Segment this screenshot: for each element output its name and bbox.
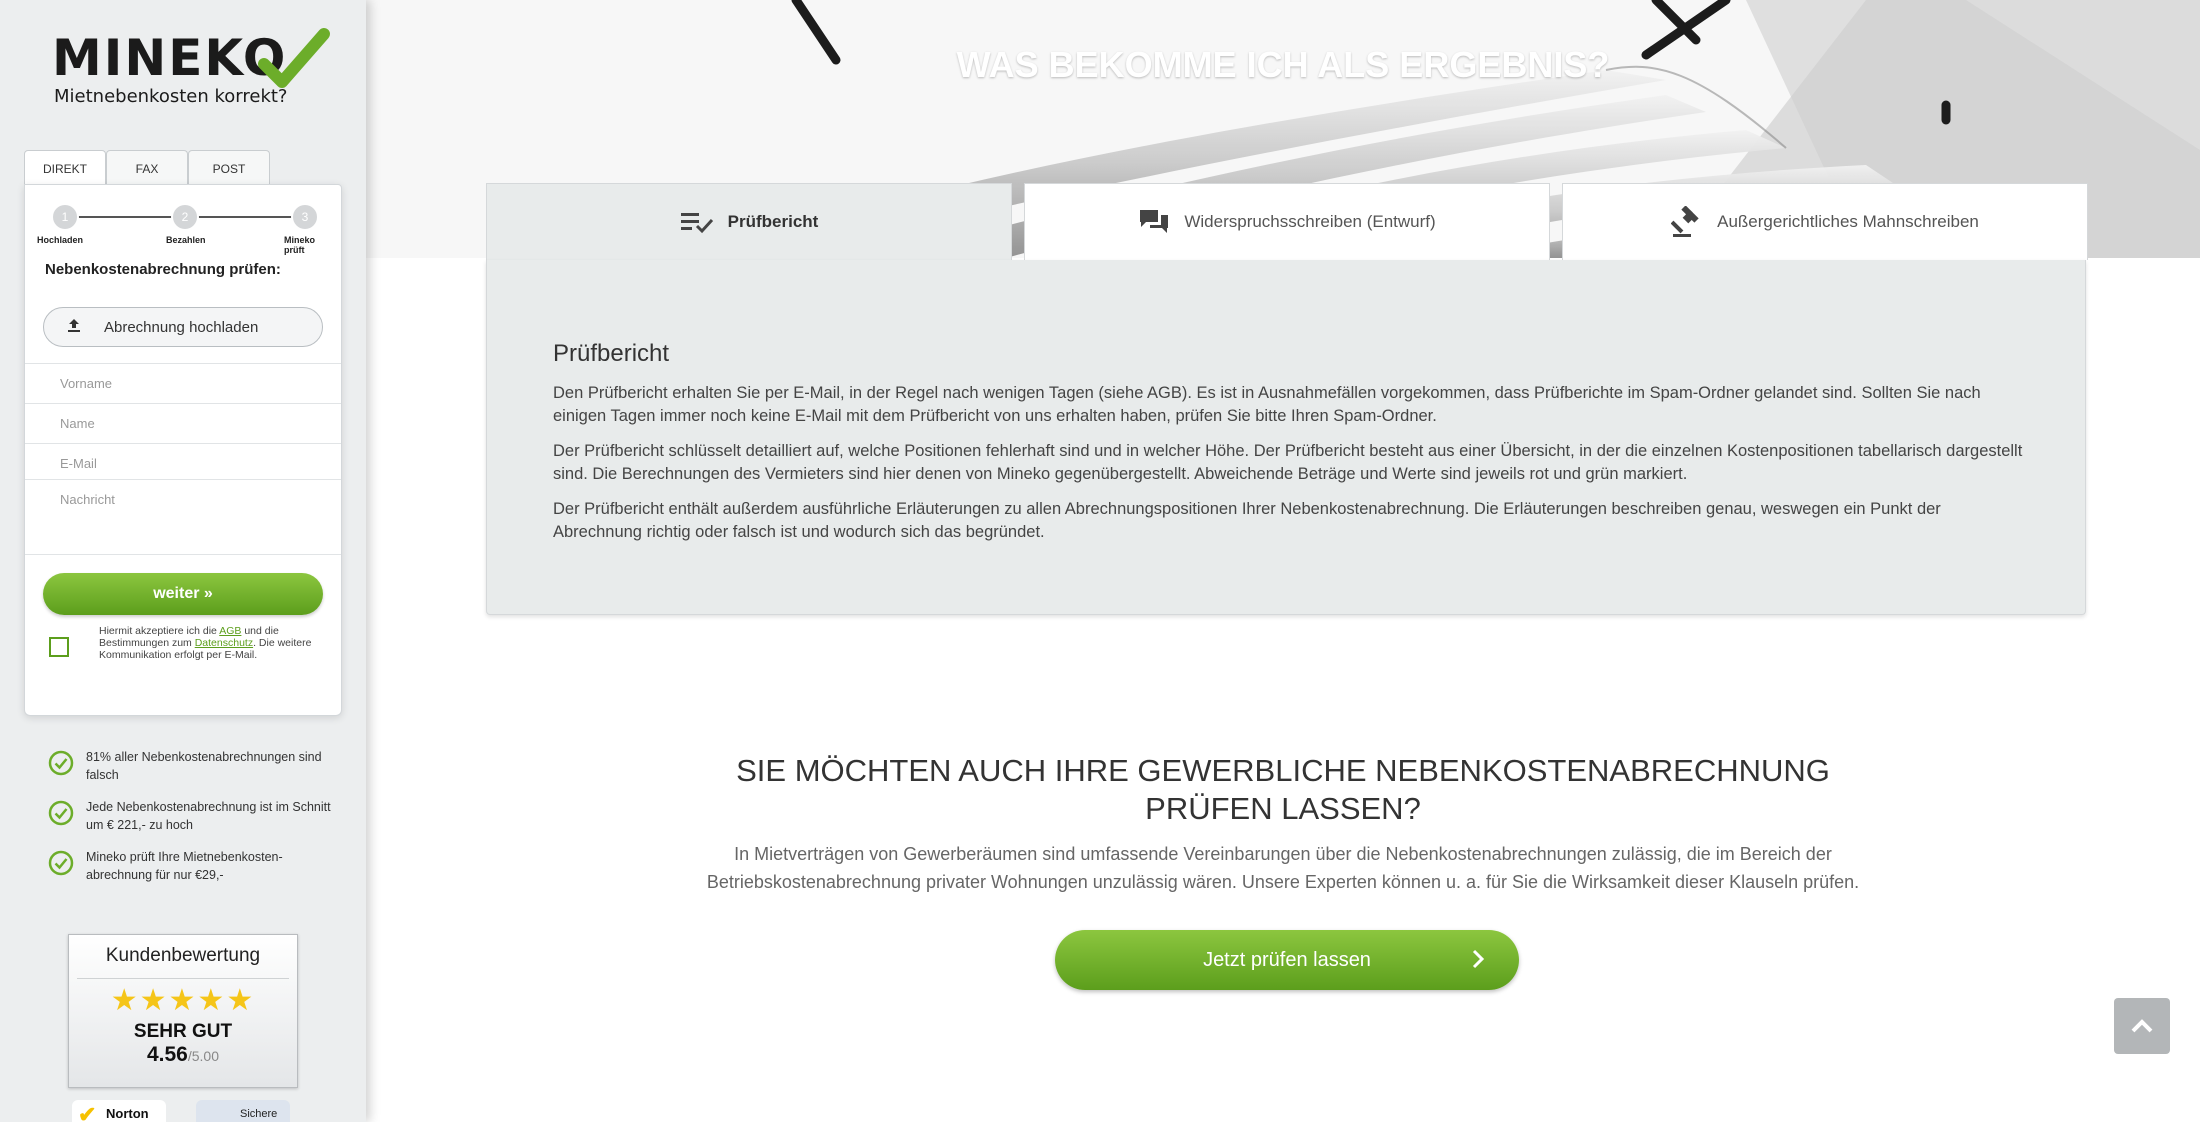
- rating-label: SEHR GUT: [133, 1021, 233, 1042]
- rating-max: /5.00: [187, 1048, 219, 1064]
- tab-pruefbericht-label: Prüfbericht: [727, 212, 819, 231]
- step-2: 2: [171, 203, 199, 231]
- check-now-label: Jetzt prüfen lassen: [1203, 948, 1371, 971]
- upload-button-label: Abrechnung hochladen: [104, 318, 259, 336]
- benefit-text: Jede Nebenkostenabrechnung ist im Schnit…: [86, 800, 331, 832]
- step-2-label: Bezahlen: [166, 235, 206, 245]
- upload-icon: [44, 317, 104, 338]
- panel-paragraph: Den Prüfbericht erhalten Sie per E-Mail,…: [553, 384, 1981, 425]
- terms-checkbox[interactable]: [49, 637, 69, 657]
- tab-panel-pruefbericht: Prüfbericht Den Prüfbericht erhalten Sie…: [486, 260, 2086, 615]
- norton-check-icon: ✔: [78, 1102, 97, 1122]
- cta-text-line1: In Mietverträgen von Gewerberäumen sind …: [734, 844, 1832, 864]
- email-field[interactable]: E-Mail: [25, 443, 341, 479]
- message-field[interactable]: Nachricht: [25, 479, 341, 555]
- checklist-icon: [680, 213, 713, 234]
- upload-button[interactable]: Abrechnung hochladen: [43, 307, 323, 347]
- check-circle-icon: [48, 800, 74, 826]
- check-circle-icon: [48, 750, 74, 776]
- scroll-to-top-button[interactable]: [2114, 998, 2170, 1054]
- benefit-item: Jede Nebenkostenabrechnung ist im Schnit…: [48, 798, 338, 848]
- upload-form: 1 2 3 Hochladen Bezahlen Mineko prüft Ne…: [24, 184, 342, 716]
- cta-text-line2: Betriebskostenabrechnung privater Wohnun…: [706, 872, 1860, 892]
- benefit-item: Mineko prüft Ihre Mietnebenkosten-abrech…: [48, 848, 338, 898]
- panel-paragraph: Der Prüfbericht enthält außerdem ausführ…: [553, 500, 1941, 541]
- step-1-label: Hochladen: [37, 235, 84, 245]
- sidebar: MINEKO Mietnebenkosten korrekt? DIREKT F…: [0, 0, 366, 1122]
- tab-mahnschreiben[interactable]: Außergerichtliches Mahnschreiben: [1562, 183, 2088, 260]
- privacy-link[interactable]: Datenschutz: [195, 637, 253, 649]
- customer-rating-widget[interactable]: Kundenbewertung ★★★★★ SEHR GUT 4.56/5.00: [68, 934, 298, 1088]
- secure-badge[interactable]: Sichere: [196, 1100, 290, 1122]
- tab-mahnschreiben-label: Außergerichtliches Mahnschreiben: [1717, 212, 1979, 231]
- step-1: 1: [51, 203, 79, 231]
- chevron-right-icon: [1472, 949, 1485, 969]
- continue-button[interactable]: weiter »: [43, 573, 323, 615]
- step-3: 3: [291, 203, 319, 231]
- progress-steps: 1 2 3: [45, 203, 325, 233]
- secure-label: Sichere: [240, 1108, 278, 1120]
- panel-title: Prüfbericht: [553, 340, 670, 367]
- mineko-logo[interactable]: MINEKO Mietnebenkosten korrekt?: [52, 28, 330, 110]
- cta-title-line2: PRÜFEN LASSEN?: [1145, 791, 1421, 826]
- tab-pruefbericht[interactable]: Prüfbericht: [486, 183, 1012, 260]
- panel-body: Den Prüfbericht erhalten Sie per E-Mail,…: [553, 382, 2023, 556]
- rating-stars-icon: ★★★★★: [110, 984, 256, 1017]
- panel-paragraph: Der Prüfbericht schlüsselt detailliert a…: [553, 442, 2023, 483]
- benefit-text: Mineko prüft Ihre Mietnebenkosten-abrech…: [86, 850, 283, 882]
- cta-text: In Mietverträgen von Gewerberäumen sind …: [366, 840, 2200, 896]
- norton-label: Norton: [106, 1106, 149, 1121]
- logo-tagline: Mietnebenkosten korrekt?: [54, 86, 288, 107]
- result-tabs: Prüfbericht Widerspruchsschreiben (Entwu…: [486, 183, 2088, 260]
- rating-score-value: 4.56: [146, 1043, 188, 1066]
- check-now-button[interactable]: Jetzt prüfen lassen: [1055, 930, 1519, 990]
- tab-post[interactable]: POST: [188, 150, 270, 186]
- chevron-up-icon: [2131, 1019, 2153, 1033]
- tab-fax[interactable]: FAX: [106, 150, 188, 186]
- tab-widerspruchsschreiben[interactable]: Widerspruchsschreiben (Entwurf): [1024, 183, 1550, 260]
- benefits-list: 81% aller Nebenkostenabrechnungen sind f…: [48, 748, 338, 898]
- cta-title-line1: SIE MÖCHTEN AUCH IHRE GEWERBLICHE NEBENK…: [736, 753, 1830, 788]
- form-heading: Nebenkostenabrechnung prüfen:: [45, 261, 281, 278]
- norton-badge[interactable]: ✔ Norton: [72, 1100, 166, 1122]
- check-circle-icon: [48, 850, 74, 876]
- benefit-text: 81% aller Nebenkostenabrechnungen sind f…: [86, 750, 322, 782]
- terms-prefix: Hiermit akzeptiere ich die: [99, 625, 217, 637]
- benefit-item: 81% aller Nebenkostenabrechnungen sind f…: [48, 748, 338, 798]
- tab-direkt[interactable]: DIREKT: [24, 150, 106, 186]
- chat-icon: [1140, 210, 1169, 233]
- rating-title: Kundenbewertung: [77, 935, 289, 979]
- cta-title: SIE MÖCHTEN AUCH IHRE GEWERBLICHE NEBENK…: [366, 752, 2200, 828]
- tab-widerspruchsschreiben-label: Widerspruchsschreiben (Entwurf): [1184, 212, 1436, 231]
- submission-method-tabs: DIREKT FAX POST: [24, 150, 270, 186]
- gavel-icon: [1671, 206, 1699, 237]
- name-field[interactable]: Name: [25, 403, 341, 443]
- hero-title: WAS BEKOMME ICH ALS ERGEBNIS?: [956, 44, 1610, 85]
- step-3-label: Mineko prüft: [284, 235, 316, 255]
- agb-link[interactable]: AGB: [219, 625, 241, 637]
- step-labels: Hochladen Bezahlen Mineko prüft: [37, 235, 337, 255]
- terms-text: Hiermit akzeptiere ich die AGB und die B…: [99, 625, 323, 661]
- rating-score: 4.56/5.00: [69, 1043, 297, 1067]
- firstname-field[interactable]: Vorname: [25, 363, 341, 403]
